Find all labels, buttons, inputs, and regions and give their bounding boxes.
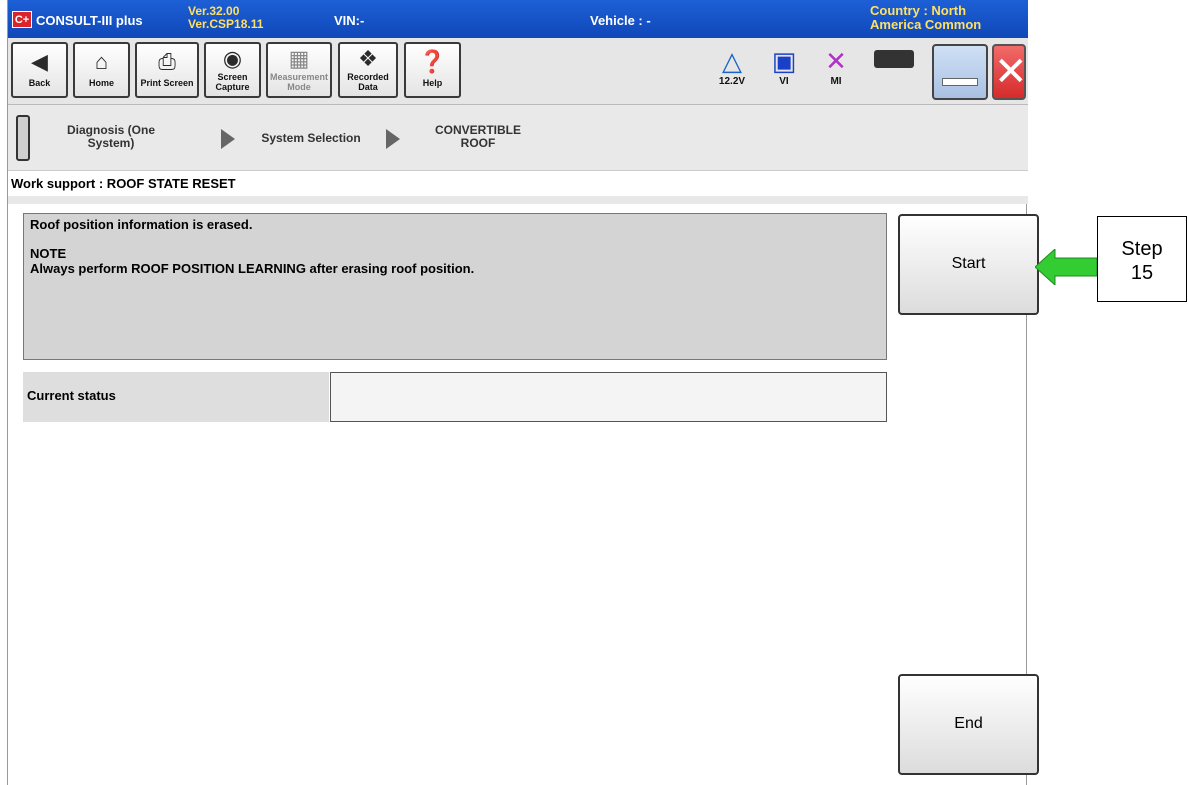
vin-label: VIN:- bbox=[334, 13, 365, 28]
measurement-icon: ▦ bbox=[288, 46, 310, 71]
back-arrow-icon: ◀ bbox=[31, 49, 48, 74]
back-label: Back bbox=[28, 78, 51, 88]
crumb-convertible-roof[interactable]: CONVERTIBLE ROOF bbox=[413, 124, 543, 150]
country-line-2: America Common bbox=[870, 17, 982, 32]
measurement-label-1: Measurement bbox=[269, 72, 329, 82]
mi-indicator: ✕ MI bbox=[818, 46, 854, 87]
help-button[interactable]: ❓ Help bbox=[404, 42, 461, 98]
app-name: CONSULT-III plus bbox=[36, 13, 143, 28]
crumb-roof-line-2: ROOF bbox=[460, 136, 496, 150]
home-icon: ⌂ bbox=[94, 49, 109, 74]
minimize-button[interactable] bbox=[932, 44, 988, 100]
crumb-system-selection[interactable]: System Selection bbox=[251, 132, 371, 145]
step-label: Step bbox=[1121, 238, 1163, 260]
title-bar: C+ CONSULT-III plus Ver.32.00 Ver.CSP18.… bbox=[8, 0, 1028, 38]
consult-window: C+ CONSULT-III plus Ver.32.00 Ver.CSP18.… bbox=[7, 0, 1039, 785]
message-box: Roof position information is erased. NOT… bbox=[23, 213, 887, 360]
print-screen-label: Print Screen bbox=[140, 78, 194, 88]
current-status-label: Current status bbox=[23, 372, 329, 422]
help-icon: ❓ bbox=[418, 49, 447, 74]
print-screen-button[interactable]: ⎙ Print Screen bbox=[135, 42, 199, 98]
battery-voltage-indicator: △ 12.2V bbox=[710, 46, 754, 87]
current-status-value bbox=[330, 372, 887, 422]
start-button[interactable]: Start bbox=[898, 214, 1039, 315]
vi-icon: ▣ bbox=[771, 46, 797, 76]
diagnosis-device-icon bbox=[16, 115, 30, 161]
breadcrumb-arrow-icon bbox=[221, 129, 235, 149]
recorded-label-1: Recorded bbox=[347, 72, 389, 82]
home-label: Home bbox=[88, 78, 114, 88]
breadcrumb: Diagnosis (One System) System Selection … bbox=[8, 104, 1028, 170]
consult-logo: C+ bbox=[12, 11, 32, 28]
vehicle-label: Vehicle : - bbox=[590, 13, 651, 28]
recorded-label-2: Data bbox=[358, 82, 378, 92]
version-info: Ver.32.00 Ver.CSP18.11 bbox=[188, 5, 263, 31]
page-title: Work support : ROOF STATE RESET bbox=[8, 170, 1028, 196]
green-arrow-icon bbox=[1035, 249, 1097, 285]
note-text: Always perform ROOF POSITION LEARNING af… bbox=[30, 261, 475, 276]
country-label: Country : North America Common bbox=[870, 4, 981, 32]
printer-icon: ⎙ bbox=[158, 49, 176, 74]
battery-icon bbox=[874, 50, 914, 68]
country-line-1: Country : North bbox=[870, 3, 967, 18]
car-icon: △ bbox=[722, 46, 742, 76]
divider bbox=[8, 196, 1028, 204]
vi-label: VI bbox=[779, 76, 789, 87]
camera-icon: ◉ bbox=[222, 46, 243, 71]
message-text: Roof position information is erased. bbox=[30, 217, 253, 232]
measurement-label-2: Mode bbox=[287, 82, 311, 92]
recorded-data-button[interactable]: ❖ Recorded Data bbox=[338, 42, 398, 98]
mi-label: MI bbox=[830, 76, 842, 87]
recorded-data-icon: ❖ bbox=[358, 46, 378, 71]
close-icon: ✕ bbox=[994, 50, 1028, 94]
crumb-diagnosis[interactable]: Diagnosis (One System) bbox=[56, 124, 166, 150]
screen-capture-label-1: Screen bbox=[217, 72, 248, 82]
help-label: Help bbox=[422, 78, 443, 88]
version-line-2: Ver.CSP18.11 bbox=[188, 17, 264, 31]
breadcrumb-arrow-icon bbox=[386, 129, 400, 149]
step-number: 15 bbox=[1130, 262, 1154, 284]
measurement-mode-button[interactable]: ▦ Measurement Mode bbox=[266, 42, 332, 98]
step-callout: Step 15 bbox=[1097, 216, 1187, 302]
home-button[interactable]: ⌂ Home bbox=[73, 42, 130, 98]
screen-capture-button[interactable]: ◉ Screen Capture bbox=[204, 42, 261, 98]
close-button[interactable]: ✕ bbox=[992, 44, 1028, 100]
back-button[interactable]: ◀ Back bbox=[11, 42, 68, 98]
end-button[interactable]: End bbox=[898, 674, 1039, 775]
mi-x-icon: ✕ bbox=[825, 46, 847, 76]
crumb-diagnosis-line-2: System) bbox=[87, 136, 135, 150]
toolbar: ◀ Back ⌂ Home ⎙ Print Screen ◉ Screen Ca… bbox=[8, 38, 1028, 104]
note-title: NOTE bbox=[30, 246, 67, 261]
screen-capture-label-2: Capture bbox=[215, 82, 250, 92]
battery-voltage-value: 12.2V bbox=[718, 76, 746, 87]
vi-indicator: ▣ VI bbox=[766, 46, 802, 87]
